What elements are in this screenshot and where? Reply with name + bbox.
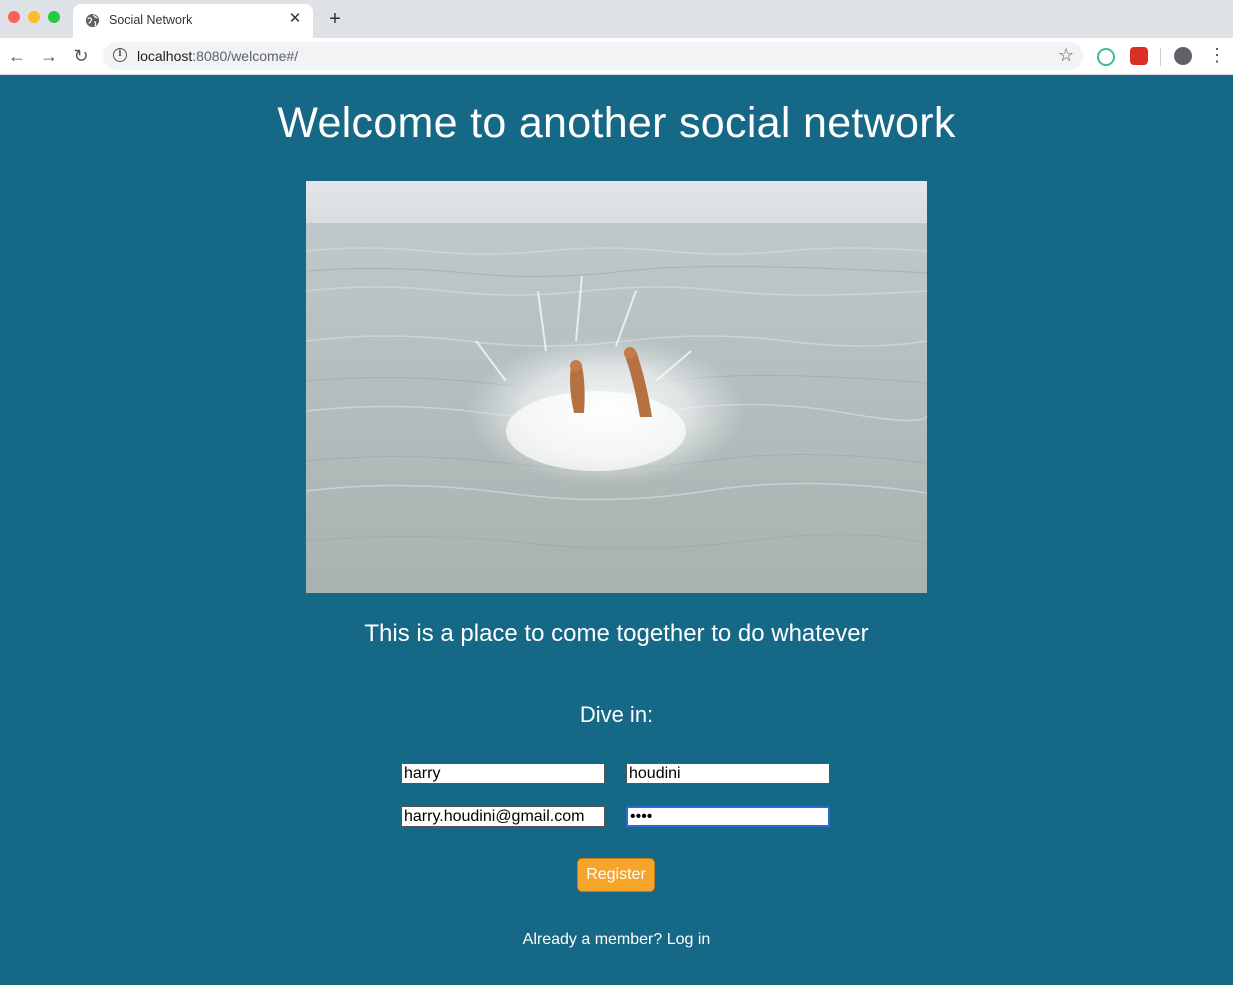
close-window-button[interactable] — [8, 11, 20, 23]
login-link[interactable]: Log in — [667, 931, 711, 948]
back-arrow-icon[interactable]: ← — [5, 44, 29, 68]
already-member-text: Already a member? — [522, 931, 663, 948]
toolbar-divider — [1160, 48, 1161, 66]
tagline: This is a place to come together to do w… — [364, 620, 869, 647]
browser-toolbar: ← → ↻ i localhost:8080/welcome#/ ☆ ⋮ — [0, 38, 1233, 75]
url-host: localhost — [137, 48, 193, 64]
url-path: :8080/welcome#/ — [192, 48, 299, 64]
maximize-window-button[interactable] — [48, 11, 60, 23]
browser-tab[interactable]: Social Network ✕ — [73, 4, 313, 38]
minimize-window-button[interactable] — [28, 11, 40, 23]
tab-title: Social Network — [109, 13, 193, 27]
page-title: Welcome to another social network — [277, 99, 956, 147]
hero-image — [306, 181, 927, 593]
dive-in-label: Dive in: — [579, 702, 654, 727]
url-text[interactable]: localhost:8080/welcome#/ — [137, 48, 298, 64]
extension-icon[interactable] — [1097, 48, 1115, 66]
register-button[interactable]: Register — [577, 858, 655, 892]
browser-tab-strip: Social Network ✕ + — [0, 0, 1233, 38]
forward-arrow-icon[interactable]: → — [37, 44, 61, 68]
first-name-input[interactable] — [401, 763, 605, 784]
close-tab-icon[interactable]: ✕ — [287, 11, 303, 27]
reload-icon[interactable]: ↻ — [69, 44, 93, 68]
extension-icon[interactable] — [1130, 47, 1148, 65]
password-input[interactable] — [626, 806, 830, 827]
email-input[interactable] — [401, 806, 605, 827]
bookmark-star-icon[interactable]: ☆ — [1058, 45, 1074, 66]
login-prompt: Already a member? Log in — [0, 931, 1233, 949]
browser-menu-icon[interactable]: ⋮ — [1208, 45, 1226, 65]
globe-icon — [85, 13, 100, 28]
address-bar[interactable]: i localhost:8080/welcome#/ ☆ — [103, 42, 1083, 70]
profile-icon[interactable] — [1174, 47, 1192, 65]
welcome-page: Welcome to another social network This i… — [0, 75, 1233, 985]
new-tab-button[interactable]: + — [325, 8, 345, 30]
info-icon[interactable]: i — [113, 48, 127, 62]
last-name-input[interactable] — [626, 763, 830, 784]
